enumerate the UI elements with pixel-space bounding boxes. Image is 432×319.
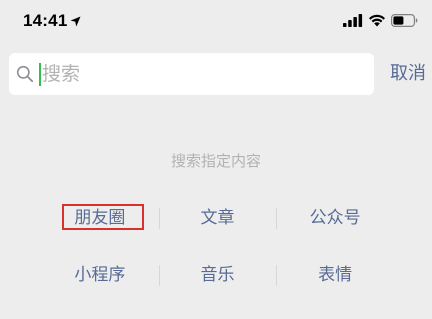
category-mini-programs[interactable]: 小程序 xyxy=(41,256,159,294)
status-time: 14:41 xyxy=(23,11,68,30)
cancel-button[interactable]: 取消 xyxy=(390,63,426,85)
battery-icon xyxy=(391,14,418,27)
status-icons xyxy=(343,14,418,27)
search-input[interactable]: 搜索 xyxy=(9,53,374,95)
cellular-signal-icon xyxy=(343,14,363,27)
location-arrow-icon xyxy=(70,16,81,27)
category-row: 小程序 音乐 表情 xyxy=(41,256,394,294)
category-label: 公众号 xyxy=(309,208,361,228)
status-bar: 14:41 xyxy=(0,0,432,42)
status-time-group: 14:41 xyxy=(23,11,81,31)
text-cursor xyxy=(39,63,41,86)
category-label: 音乐 xyxy=(200,265,235,285)
category-music[interactable]: 音乐 xyxy=(158,256,277,294)
category-label: 表情 xyxy=(318,265,353,285)
wifi-icon xyxy=(368,14,386,27)
category-articles[interactable]: 文章 xyxy=(158,199,277,237)
search-placeholder: 搜索 xyxy=(42,63,81,85)
category-stickers[interactable]: 表情 xyxy=(276,256,394,294)
category-label: 文章 xyxy=(200,208,235,228)
highlight-box xyxy=(62,204,144,230)
category-label: 小程序 xyxy=(74,265,126,285)
search-hint: 搜索指定内容 xyxy=(170,152,261,170)
category-official-accounts[interactable]: 公众号 xyxy=(276,199,394,237)
search-icon xyxy=(16,65,34,83)
